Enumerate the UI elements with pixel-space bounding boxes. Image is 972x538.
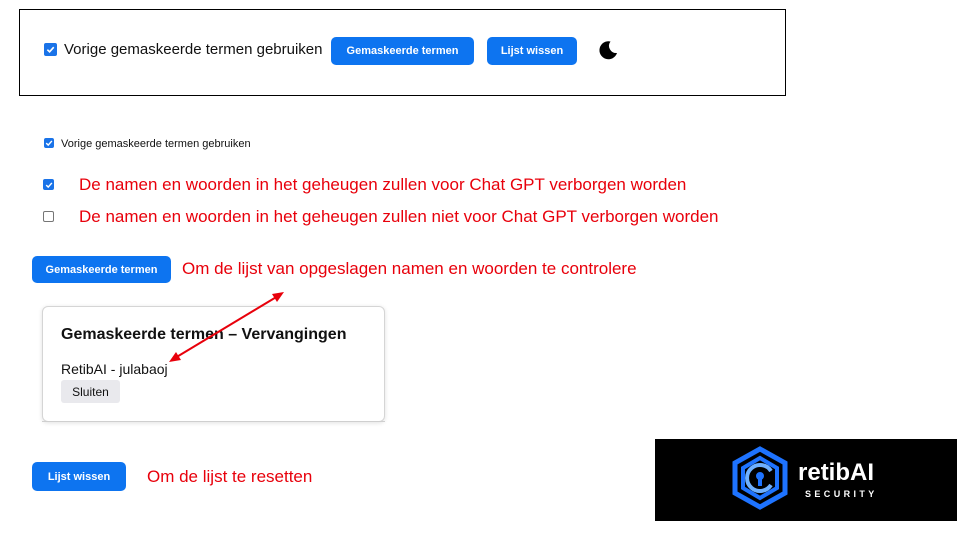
retibai-shield-icon: [732, 446, 788, 510]
clear-list-button[interactable]: Lijst wissen: [32, 462, 126, 491]
logo-tagline: SECURITY: [805, 489, 878, 499]
retibai-logo: retibAI SECURITY: [655, 439, 957, 521]
logo-name: retibAI: [798, 459, 875, 486]
clear-list-annotation: Om de lijst te resetten: [147, 467, 313, 486]
